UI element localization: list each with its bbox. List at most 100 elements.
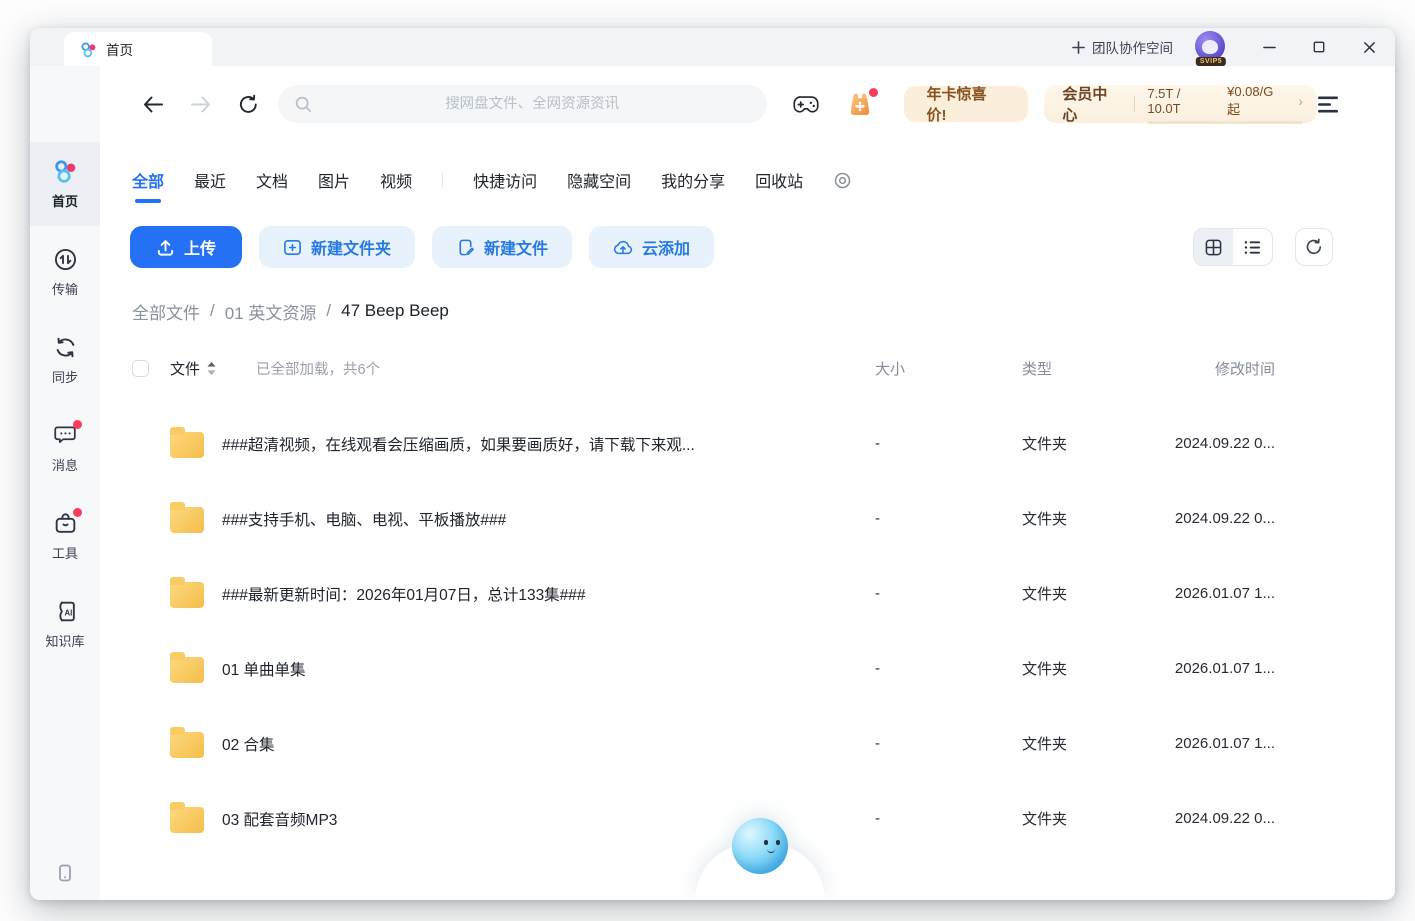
mobile-app-button[interactable]: [30, 862, 100, 884]
store-bag-icon[interactable]: [846, 88, 879, 118]
sync-icon: [52, 334, 78, 360]
load-status: 已全部加载，共6个: [256, 361, 381, 378]
upload-label: 上传: [184, 241, 217, 258]
refresh-list-button[interactable]: [1295, 228, 1333, 266]
ai-knowledge-icon: AI: [52, 598, 78, 624]
sidebar-item-messages[interactable]: 消息: [30, 406, 100, 490]
team-space-label: 团队协作空间: [1092, 41, 1173, 56]
sidebar: 首页 传输 同步 消息 工具 AI 知识库: [30, 66, 100, 900]
reload-button[interactable]: [236, 91, 262, 117]
tab-quick-access[interactable]: 快捷访问: [473, 168, 537, 192]
sort-by-name[interactable]: 文件: [170, 358, 216, 379]
tab-recycle-bin[interactable]: 回收站: [755, 168, 803, 192]
minimize-button[interactable]: [1261, 39, 1277, 55]
type-header: 类型: [1022, 360, 1053, 378]
sidebar-label: 消息: [51, 458, 78, 473]
new-folder-icon: [283, 238, 302, 257]
storage-progress-bar: [1147, 121, 1303, 124]
breadcrumb-current: 47 Beep Beep: [341, 301, 449, 320]
tab-images[interactable]: 图片: [318, 168, 350, 192]
back-button[interactable]: [140, 91, 166, 117]
sidebar-label: 同步: [51, 370, 78, 385]
actions-row: 上传 新建文件夹 新建文件 云添加: [100, 226, 1395, 268]
file-type: 文件夹: [1022, 811, 1068, 828]
breadcrumb-root[interactable]: 全部文件: [132, 299, 200, 324]
file-size: -: [875, 660, 880, 677]
file-name: 01 单曲单集: [222, 661, 306, 679]
team-space-button[interactable]: 团队协作空间: [1072, 37, 1173, 57]
file-type: 文件夹: [1022, 661, 1068, 678]
plus-icon: [1072, 40, 1085, 54]
games-icon[interactable]: [793, 94, 820, 115]
file-row[interactable]: ###超清视频，在线观看会压缩画质，如果要画质好，请下载下来观... - 文件夹…: [100, 406, 1395, 481]
folder-icon: [170, 652, 204, 683]
tab-documents[interactable]: 文档: [256, 168, 288, 192]
tab-all[interactable]: 全部: [132, 168, 164, 192]
grid-view-button[interactable]: [1194, 229, 1233, 265]
sidebar-item-tools[interactable]: 工具: [30, 494, 100, 578]
file-list: ###超清视频，在线观看会压缩画质，如果要画质好，请下载下来观... - 文件夹…: [100, 406, 1395, 856]
cloud-add-button[interactable]: 云添加: [589, 226, 715, 268]
file-size: -: [875, 510, 880, 527]
tab-my-shares[interactable]: 我的分享: [661, 168, 725, 192]
new-folder-label: 新建文件夹: [311, 241, 392, 258]
file-size: -: [875, 810, 880, 827]
home-tab[interactable]: 首页: [64, 32, 212, 66]
annual-card-promo-button[interactable]: 年卡惊喜价!: [904, 86, 1029, 124]
close-button[interactable]: [1361, 39, 1377, 55]
file-type: 文件夹: [1022, 736, 1068, 753]
notification-dot: [869, 88, 879, 97]
breadcrumb-separator: /: [210, 301, 215, 320]
member-center-button[interactable]: 会员中心 7.5T / 10.0T ¥0.08/G起 ›: [1044, 84, 1317, 124]
file-modified: 2024.09.22 0...: [1174, 810, 1275, 827]
notification-dot: [73, 420, 82, 429]
sidebar-item-home[interactable]: 首页: [30, 142, 100, 226]
message-icon: [52, 420, 82, 448]
sort-icon: [207, 361, 216, 375]
member-center-label: 会员中心: [1062, 86, 1108, 124]
tab-title: 首页: [106, 43, 133, 58]
search-input[interactable]: [312, 96, 752, 112]
file-modified: 2024.09.22 0...: [1174, 435, 1275, 452]
size-header: 大小: [875, 360, 906, 378]
search-bar[interactable]: [277, 85, 768, 123]
breadcrumb-parent[interactable]: 01 英文资源: [225, 299, 317, 324]
storage-usage: 7.5T / 10.0T: [1147, 86, 1181, 116]
tab-recent[interactable]: 最近: [194, 168, 226, 192]
new-file-button[interactable]: 新建文件: [432, 226, 573, 268]
sidebar-label: 首页: [51, 194, 78, 209]
file-type: 文件夹: [1022, 586, 1068, 603]
select-all-checkbox[interactable]: [132, 359, 149, 377]
user-avatar[interactable]: SVIP5: [1195, 31, 1227, 66]
transfer-icon: [52, 246, 78, 272]
menu-icon[interactable]: [1317, 95, 1339, 114]
forward-button[interactable]: [188, 91, 214, 117]
folder-icon: [170, 802, 204, 833]
list-view-button[interactable]: [1233, 229, 1272, 265]
tab-hidden-space[interactable]: 隐藏空间: [567, 168, 631, 192]
upload-button[interactable]: 上传: [130, 226, 243, 268]
sidebar-item-transfer[interactable]: 传输: [30, 230, 100, 314]
file-row[interactable]: 01 单曲单集 - 文件夹 2026.01.07 1...: [100, 631, 1395, 706]
file-row[interactable]: 02 合集 - 文件夹 2026.01.07 1...: [100, 706, 1395, 781]
file-name: ###最新更新时间：2026年01月07日，总计133集###: [222, 586, 586, 604]
maximize-button[interactable]: [1311, 39, 1327, 55]
tabs-settings-icon[interactable]: [833, 171, 852, 190]
promo-label: 年卡惊喜价!: [926, 86, 987, 124]
tab-videos[interactable]: 视频: [380, 168, 412, 192]
cloud-add-label: 云添加: [642, 241, 691, 258]
file-row[interactable]: ###支持手机、电脑、电视、平板播放### - 文件夹 2024.09.22 0…: [100, 481, 1395, 556]
new-folder-button[interactable]: 新建文件夹: [259, 226, 416, 268]
sidebar-item-sync[interactable]: 同步: [30, 318, 100, 402]
divider: [442, 172, 444, 188]
titlebar: 首页 团队协作空间 SVIP5: [30, 28, 1395, 66]
app-window: 首页 团队协作空间 SVIP5 首页 传输 同步 消息 工具 AI 知识库 搜网…: [30, 28, 1395, 900]
file-row[interactable]: ###最新更新时间：2026年01月07日，总计133集### - 文件夹 20…: [100, 556, 1395, 631]
file-name: ###支持手机、电脑、电视、平板播放###: [222, 511, 507, 529]
home-logo-icon: [52, 158, 78, 184]
notification-dot: [73, 508, 82, 517]
file-type: 文件夹: [1022, 511, 1068, 528]
sidebar-item-knowledge[interactable]: AI 知识库: [30, 582, 100, 666]
app-logo-icon: [80, 41, 97, 58]
svg-text:AI: AI: [64, 608, 72, 617]
